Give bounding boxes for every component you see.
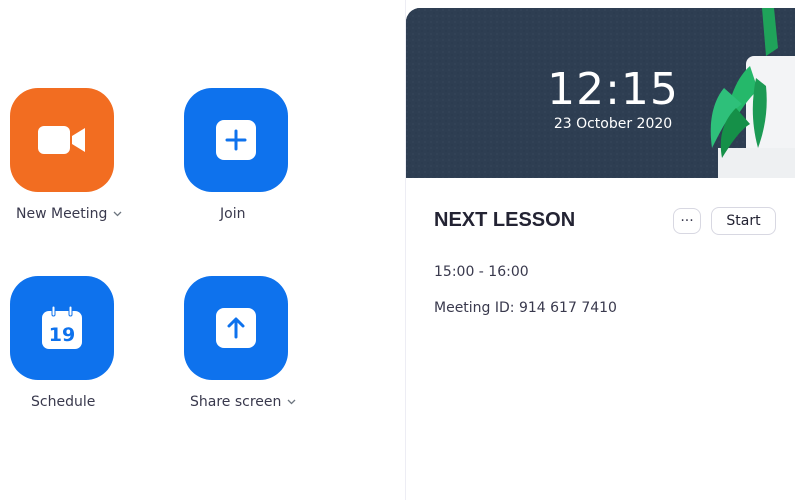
chevron-down-icon[interactable] [113, 211, 122, 217]
chevron-down-icon[interactable] [287, 399, 296, 405]
lesson-time-range: 15:00 - 16:00 [434, 264, 529, 280]
calendar-day-text: 19 [49, 324, 75, 346]
share-screen-button[interactable] [184, 276, 288, 380]
share-screen-label[interactable]: Share screen [190, 394, 296, 410]
upload-arrow-icon [216, 308, 256, 348]
current-time: 12:15 [547, 64, 679, 115]
more-options-button[interactable]: ··· [673, 208, 701, 234]
ellipsis-icon: ··· [680, 213, 694, 229]
start-button[interactable]: Start [711, 207, 776, 235]
meeting-id: Meeting ID: 914 617 7410 [434, 300, 617, 316]
clock-header: 12:15 23 October 2020 [406, 8, 795, 178]
current-date: 23 October 2020 [553, 116, 673, 132]
plus-icon [216, 120, 256, 160]
join-button[interactable] [184, 88, 288, 192]
join-label[interactable]: Join [220, 206, 245, 222]
calendar-icon: 19 [42, 305, 82, 349]
schedule-button[interactable]: 19 [10, 276, 114, 380]
new-meeting-button[interactable] [10, 88, 114, 192]
schedule-label[interactable]: Schedule [31, 394, 95, 410]
video-camera-icon [38, 126, 85, 154]
next-lesson-title: NEXT LESSON [434, 209, 576, 231]
new-meeting-label[interactable]: New Meeting [16, 206, 122, 222]
